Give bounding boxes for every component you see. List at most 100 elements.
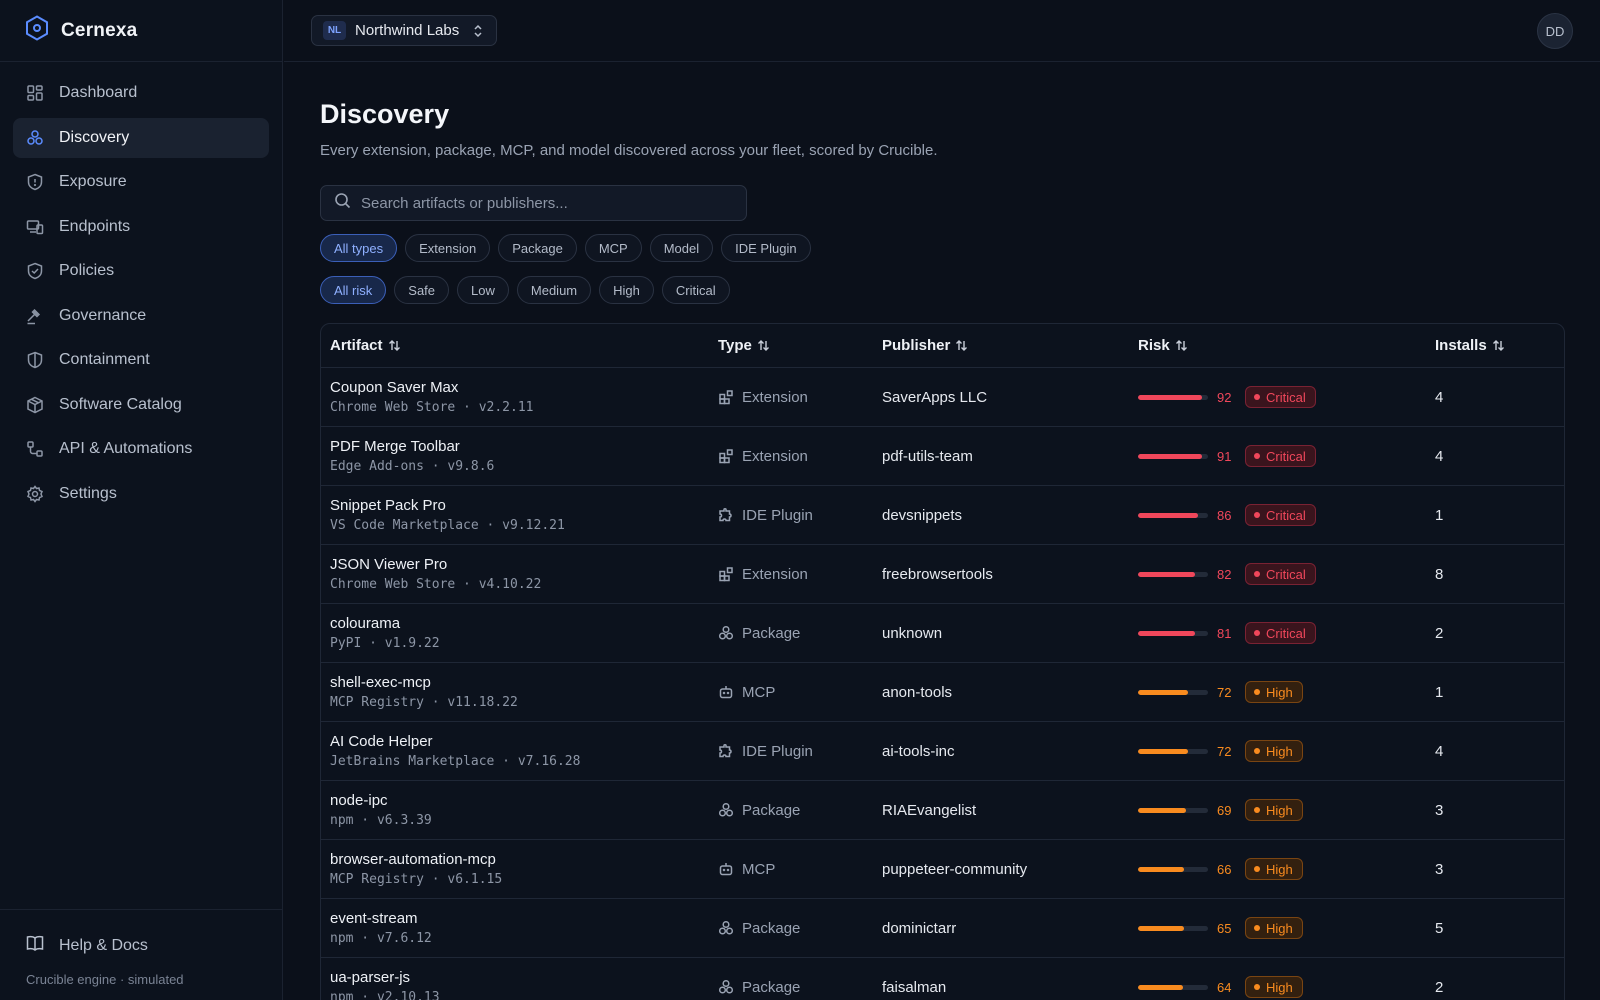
- artifact-name[interactable]: ua-parser-js: [330, 969, 718, 986]
- search-input[interactable]: [361, 194, 721, 212]
- risk-score: 72: [1217, 743, 1232, 759]
- artifacts-table: Artifact Type Publisher Risk Installs Coupon…: [320, 323, 1565, 1000]
- sidebar-item-settings[interactable]: Settings: [13, 474, 269, 514]
- sidebar-item-endpoints[interactable]: Endpoints: [13, 207, 269, 247]
- risk-bar: [1138, 866, 1208, 872]
- risk-bar: [1138, 984, 1208, 990]
- shield-half-icon: [26, 351, 44, 369]
- help-docs-link[interactable]: Help & Docs: [26, 934, 257, 957]
- extension-icon: [718, 566, 734, 582]
- installs-count: 4: [1435, 388, 1444, 406]
- risk-level-badge: Critical: [1245, 504, 1316, 526]
- table-row[interactable]: event-stream npm · v7.6.12 Package dominict…: [321, 899, 1564, 958]
- sidebar-item-discovery[interactable]: Discovery: [13, 117, 269, 158]
- column-header-label: Type: [718, 337, 752, 354]
- table-row[interactable]: AI Code Helper JetBrains Marketplace · v7…: [321, 722, 1564, 781]
- org-switcher[interactable]: NL Northwind Labs: [311, 15, 497, 46]
- table-row[interactable]: Snippet Pack Pro VS Code Marketplace · v9…: [321, 486, 1564, 545]
- risk-level-label: High: [1266, 743, 1293, 759]
- risk-chip-medium[interactable]: Medium: [516, 276, 592, 304]
- artifact-name[interactable]: event-stream: [330, 910, 718, 927]
- installs-count: 4: [1435, 447, 1444, 465]
- column-header-artifact[interactable]: Artifact: [321, 337, 718, 354]
- artifact-cell: shell-exec-mcp MCP Registry · v11.18.22: [321, 674, 718, 710]
- type-label: Package: [742, 624, 801, 642]
- type-chip-all-types[interactable]: All types: [320, 234, 398, 262]
- artifact-name[interactable]: shell-exec-mcp: [330, 674, 718, 691]
- publisher: freebrowsertools: [882, 565, 993, 583]
- type-label: Package: [742, 919, 801, 937]
- plug-icon: [718, 743, 734, 759]
- sort-icon: [955, 339, 968, 352]
- table-row[interactable]: shell-exec-mcp MCP Registry · v11.18.22 MC…: [321, 663, 1564, 722]
- package-stack-icon: [718, 979, 734, 995]
- installs-count: 1: [1435, 506, 1444, 524]
- artifact-name[interactable]: node-ipc: [330, 792, 718, 809]
- artifact-source: JetBrains Marketplace · v7.16.28: [330, 754, 581, 769]
- table-row[interactable]: Coupon Saver Max Chrome Web Store · v2.2.…: [321, 368, 1564, 427]
- artifact-name[interactable]: colourama: [330, 615, 718, 632]
- type-chip-ide-plugin[interactable]: IDE Plugin: [721, 234, 811, 262]
- status-dot-icon: [1254, 571, 1260, 577]
- column-header-type[interactable]: Type: [718, 337, 882, 354]
- artifact-name[interactable]: JSON Viewer Pro: [330, 556, 718, 573]
- risk-chip-all-risk[interactable]: All risk: [320, 276, 387, 304]
- table-row[interactable]: ua-parser-js npm · v2.10.13 Package faisalm…: [321, 958, 1564, 1000]
- table-row[interactable]: PDF Merge Toolbar Edge Add-ons · v9.8.6 Ex…: [321, 427, 1564, 486]
- artifact-cell: ua-parser-js npm · v2.10.13: [321, 969, 718, 1000]
- risk-chip-safe[interactable]: Safe: [394, 276, 450, 304]
- table-row[interactable]: node-ipc npm · v6.3.39 Package RIAEvangelis…: [321, 781, 1564, 840]
- publisher: anon-tools: [882, 683, 953, 701]
- type-label: Extension: [742, 565, 808, 583]
- type-chip-model[interactable]: Model: [649, 234, 714, 262]
- plug-icon: [718, 507, 734, 523]
- risk-chip-low[interactable]: Low: [457, 276, 509, 304]
- table-row[interactable]: browser-automation-mcp MCP Registry · v6.…: [321, 840, 1564, 899]
- sidebar-item-containment[interactable]: Containment: [13, 340, 269, 380]
- sidebar-item-software-catalog[interactable]: Software Catalog: [13, 385, 269, 425]
- org-name: Northwind Labs: [355, 22, 460, 39]
- bot-icon: [718, 684, 734, 700]
- risk-level-label: Critical: [1266, 389, 1306, 405]
- artifact-cell: AI Code Helper JetBrains Marketplace · v7…: [321, 733, 718, 769]
- risk-score: 66: [1217, 861, 1232, 877]
- package-stack-icon: [718, 802, 734, 818]
- risk-cell: 82 Critical: [1138, 563, 1435, 585]
- column-header-publisher[interactable]: Publisher: [882, 337, 1138, 354]
- artifact-source: PyPI · v1.9.22: [330, 636, 440, 651]
- type-chip-mcp[interactable]: MCP: [584, 234, 642, 262]
- risk-bar-fill: [1138, 571, 1196, 577]
- artifact-name[interactable]: Snippet Pack Pro: [330, 497, 718, 514]
- sidebar-item-policies[interactable]: Policies: [13, 251, 269, 291]
- artifact-name[interactable]: PDF Merge Toolbar: [330, 438, 718, 455]
- column-header-risk[interactable]: Risk: [1138, 337, 1435, 354]
- sidebar-item-governance[interactable]: Governance: [13, 296, 269, 336]
- help-docs-label: Help & Docs: [59, 936, 148, 954]
- risk-chip-critical[interactable]: Critical: [661, 276, 730, 304]
- risk-bar-fill: [1138, 630, 1195, 636]
- table-row[interactable]: colourama PyPI · v1.9.22 Package unknown 81 C…: [321, 604, 1564, 663]
- installs-count: 8: [1435, 565, 1444, 583]
- status-dot-icon: [1254, 453, 1260, 459]
- artifact-cell: Snippet Pack Pro VS Code Marketplace · v9…: [321, 497, 718, 533]
- column-header-label: Artifact: [330, 337, 383, 354]
- sidebar-item-dashboard[interactable]: Dashboard: [13, 73, 269, 113]
- artifact-name[interactable]: Coupon Saver Max: [330, 379, 718, 396]
- type-chip-extension[interactable]: Extension: [405, 234, 491, 262]
- artifact-name[interactable]: AI Code Helper: [330, 733, 718, 750]
- type-cell: Package: [718, 625, 882, 642]
- type-label: IDE Plugin: [742, 506, 813, 524]
- endpoints-icon: [26, 218, 44, 236]
- sidebar-item-exposure[interactable]: Exposure: [13, 162, 269, 202]
- user-avatar[interactable]: DD: [1537, 13, 1573, 49]
- risk-cell: 92 Critical: [1138, 386, 1435, 408]
- publisher: unknown: [882, 624, 943, 642]
- table-body: Coupon Saver Max Chrome Web Store · v2.2.…: [321, 368, 1564, 1000]
- logo-icon: [25, 15, 49, 46]
- sidebar-item-api-automations[interactable]: API & Automations: [13, 429, 269, 469]
- column-header-installs[interactable]: Installs: [1435, 337, 1555, 354]
- artifact-name[interactable]: browser-automation-mcp: [330, 851, 718, 868]
- table-row[interactable]: JSON Viewer Pro Chrome Web Store · v4.10.…: [321, 545, 1564, 604]
- type-chip-package[interactable]: Package: [498, 234, 577, 262]
- risk-chip-high[interactable]: High: [599, 276, 654, 304]
